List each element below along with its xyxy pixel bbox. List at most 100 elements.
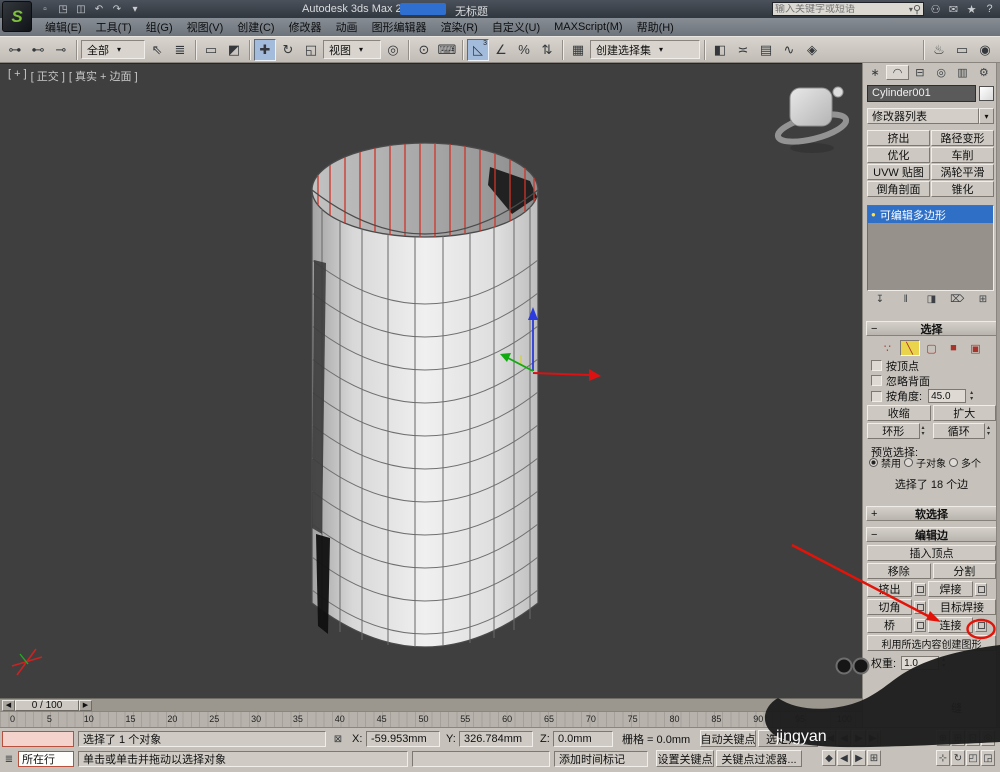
select-and-manipulate-icon[interactable]: ⊙	[413, 39, 435, 61]
loop-spinner[interactable]: ▴▾	[987, 425, 996, 437]
render-production-icon[interactable]: ◉	[974, 39, 996, 61]
viewport[interactable]: [ + ] [ 正交 ] [ 真实 + 边面 ]	[0, 63, 862, 698]
render-setup-icon[interactable]: ♨	[928, 39, 950, 61]
maxscript-mini-listener[interactable]: 所在行	[18, 751, 74, 767]
redo-icon[interactable]: ↷	[110, 2, 124, 16]
mirror-icon[interactable]: ◧	[709, 39, 731, 61]
previous-frame-icon[interactable]: ◀	[2, 700, 15, 711]
help-icon[interactable]: ?	[983, 3, 996, 15]
connect-settings-button[interactable]	[975, 619, 987, 632]
element-subobject-icon[interactable]: ▣	[966, 340, 986, 356]
visibility-bulb-icon[interactable]: ●	[871, 210, 876, 219]
time-slider-handle[interactable]: 0 / 100	[15, 700, 79, 711]
pan-view-icon[interactable]: ⊹	[936, 750, 950, 766]
viewport-general-menu[interactable]: [ + ]	[8, 68, 27, 84]
select-object-icon[interactable]: ⇖	[146, 39, 168, 61]
favorites-star-icon[interactable]: ★	[965, 3, 978, 16]
reference-coordinate-dropdown[interactable]: 视图 ▾	[323, 40, 381, 59]
rendered-frame-window-icon[interactable]: ▭	[951, 39, 973, 61]
key-mode-toggle-icon[interactable]: ◆	[822, 750, 836, 766]
menu-item[interactable]: 修改器	[282, 18, 329, 36]
tab-display[interactable]: ▥	[952, 65, 972, 80]
modifier-stack[interactable]: ● 可编辑多边形	[867, 205, 994, 291]
menu-item[interactable]: 组(G)	[139, 18, 180, 36]
weight-value-field[interactable]: 1.0	[901, 656, 939, 670]
polygon-subobject-icon[interactable]: ■	[944, 340, 964, 356]
chamfer-settings-button[interactable]	[914, 601, 926, 614]
angle-snap-icon[interactable]: ∠	[490, 39, 512, 61]
weight-spinner[interactable]: ▴▾	[942, 657, 951, 669]
remove-modifier-icon[interactable]: ⌦	[948, 292, 966, 306]
loop-button[interactable]: 循环	[933, 423, 986, 439]
key-filters-button[interactable]: 关键点过滤器...	[716, 750, 802, 767]
ignore-backfacing-checkbox[interactable]	[871, 375, 882, 386]
split-button[interactable]: 分割	[933, 563, 997, 579]
select-and-scale-icon[interactable]: ◱	[300, 39, 322, 61]
tab-utilities[interactable]: ⚙	[974, 65, 994, 80]
chamfer-button[interactable]: 切角	[867, 599, 912, 615]
border-subobject-icon[interactable]: ▢	[922, 340, 942, 356]
go-to-start-icon[interactable]: |◀	[822, 730, 836, 746]
insert-vertex-button[interactable]: 插入顶点	[867, 545, 996, 561]
stack-item-editable-poly[interactable]: ● 可编辑多边形	[868, 206, 993, 223]
make-unique-icon[interactable]: ◨	[923, 292, 941, 306]
menu-item[interactable]: 图形编辑器	[365, 18, 434, 36]
auto-key-button[interactable]: 自动关键点	[700, 730, 756, 747]
ring-spinner[interactable]: ▴▾	[922, 425, 931, 437]
edge-subobject-icon[interactable]: ╲	[900, 340, 920, 356]
curve-editor-icon[interactable]: ∿	[778, 39, 800, 61]
tab-modify[interactable]: ◠	[886, 65, 908, 80]
vertex-subobject-icon[interactable]: ∵	[878, 340, 898, 356]
grow-button[interactable]: 扩大	[933, 405, 997, 421]
modifier-button[interactable]: 倒角剖面	[867, 181, 930, 197]
time-configuration-icon[interactable]: ⊞	[867, 750, 881, 766]
orbit-icon[interactable]: ↻	[951, 750, 965, 766]
create-shape-button[interactable]: 利用所选内容创建图形	[867, 635, 996, 651]
y-coordinate-field[interactable]: 326.784mm	[459, 731, 533, 747]
selected-filter-button[interactable]: 选定对象	[758, 730, 818, 747]
menu-item[interactable]: 编辑(E)	[38, 18, 89, 36]
chevron-down-icon[interactable]: ▾	[128, 2, 142, 16]
keyboard-shortcut-override-icon[interactable]: ⌨	[436, 39, 458, 61]
go-to-end-icon[interactable]: ▶|	[867, 730, 881, 746]
modifier-list-dropdown[interactable]: 修改器列表 ▾	[867, 108, 994, 124]
object-name-field[interactable]: Cylinder001	[867, 85, 976, 102]
track-bar[interactable]: 0510152025303540455055606570758085909510…	[0, 711, 862, 727]
modifier-button[interactable]: 路径变形	[931, 130, 994, 146]
weld-button[interactable]: 焊接	[928, 581, 973, 597]
play-animation-icon[interactable]: ▶	[852, 730, 866, 746]
rollout-soft-selection-header[interactable]: + 软选择	[866, 506, 997, 521]
bridge-settings-button[interactable]	[914, 619, 926, 632]
previous-key-icon[interactable]: ◀	[837, 750, 851, 766]
angle-value-field[interactable]: 45.0	[928, 389, 966, 403]
viewport-shading-menu[interactable]: [ 真实 + 边面 ]	[69, 68, 138, 84]
maxscript-mini-listener-macro[interactable]	[2, 731, 74, 747]
signin-icon[interactable]: ⚇	[929, 3, 942, 16]
weld-settings-button[interactable]	[975, 583, 987, 596]
cylinder-mesh[interactable]	[312, 143, 538, 647]
open-file-icon[interactable]: ◳	[56, 2, 70, 16]
use-pivot-center-icon[interactable]: ◎	[382, 39, 404, 61]
search-input[interactable]	[775, 4, 909, 15]
panel-scrollbar[interactable]	[996, 63, 1000, 727]
modifier-button[interactable]: 优化	[867, 147, 930, 163]
select-and-move-icon[interactable]: ✚	[254, 39, 276, 61]
menu-item[interactable]: 视图(V)	[180, 18, 231, 36]
modifier-button[interactable]: UVW 贴图	[867, 164, 930, 180]
rollout-selection-header[interactable]: − 选择	[866, 321, 997, 336]
bridge-button[interactable]: 桥	[867, 617, 912, 633]
target-weld-button[interactable]: 目标焊接	[928, 599, 996, 615]
shrink-button[interactable]: 收缩	[867, 405, 931, 421]
zoom-icon[interactable]: ⊕	[936, 730, 950, 746]
selection-filter-dropdown[interactable]: 全部 ▾	[81, 40, 145, 59]
connect-button[interactable]: 连接	[928, 617, 973, 633]
next-key-icon[interactable]: ▶	[852, 750, 866, 766]
rectangular-region-icon[interactable]: ▭	[200, 39, 222, 61]
communication-center-icon[interactable]: ✉	[947, 3, 960, 16]
named-selection-sets-icon[interactable]: ▦	[567, 39, 589, 61]
tab-motion[interactable]: ◎	[931, 65, 951, 80]
viewport-pov-menu[interactable]: [ 正交 ]	[31, 68, 65, 84]
zoom-extents-icon[interactable]: ⊡	[966, 730, 980, 746]
window-crossing-icon[interactable]: ◩	[223, 39, 245, 61]
menu-item[interactable]: 动画	[329, 18, 365, 36]
